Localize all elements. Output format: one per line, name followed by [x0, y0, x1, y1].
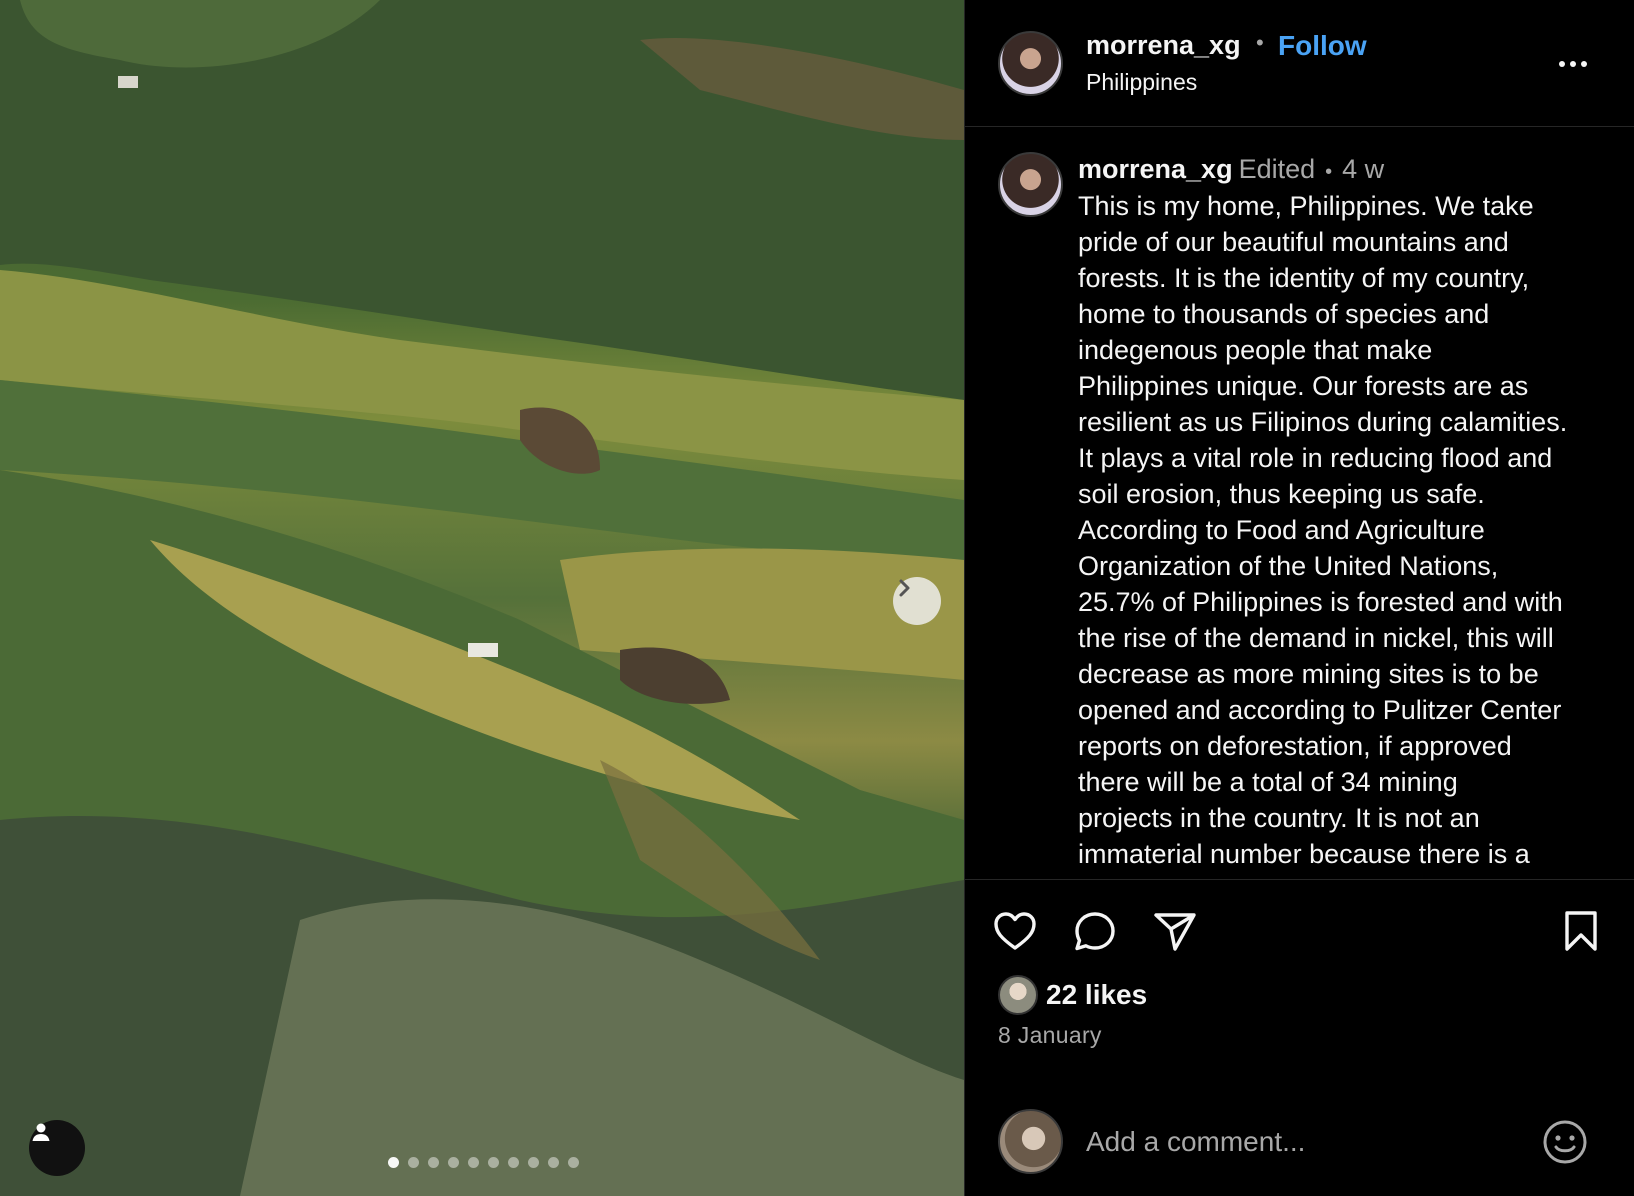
carousel-dot: [408, 1157, 419, 1168]
caption-username[interactable]: morrena_xg: [1078, 154, 1233, 184]
header-separator: •: [1256, 30, 1264, 55]
carousel-dot: [388, 1157, 399, 1168]
bookmark-icon: [1565, 911, 1597, 951]
save-button[interactable]: [1555, 905, 1607, 957]
carousel-dot: [528, 1157, 539, 1168]
like-button[interactable]: [989, 905, 1041, 957]
more-horizontal-icon: [1559, 61, 1565, 67]
carousel-indicator: [388, 1157, 579, 1168]
heart-icon: [994, 912, 1036, 950]
caption-separator: •: [1325, 161, 1333, 183]
carousel-dot: [568, 1157, 579, 1168]
person-icon: [32, 1123, 50, 1141]
likes-row: 22 likes: [998, 974, 1147, 1016]
caption-header: morrena_xg Edited • 4 w: [1078, 154, 1384, 185]
action-bar: [965, 905, 1634, 961]
post-header: morrena_xg • Follow Philippines: [965, 0, 1634, 127]
author-avatar[interactable]: [998, 31, 1063, 96]
liker-avatar[interactable]: [998, 975, 1038, 1015]
next-photo-button[interactable]: [893, 577, 941, 625]
post-age[interactable]: 4 w: [1342, 154, 1384, 184]
current-user-avatar: [998, 1109, 1063, 1174]
share-button[interactable]: [1149, 905, 1201, 957]
more-options-button[interactable]: [1559, 52, 1599, 76]
paper-plane-icon: [1154, 913, 1196, 951]
caption-author-avatar[interactable]: [998, 152, 1063, 217]
emoji-button[interactable]: [1541, 1118, 1589, 1166]
landscape-photo: [0, 0, 964, 1196]
likes-count[interactable]: 22 likes: [1046, 979, 1147, 1011]
caption-text: This is my home, Philippines. We take pr…: [1078, 191, 1568, 869]
author-username[interactable]: morrena_xg: [1086, 30, 1241, 61]
edited-label: Edited: [1238, 154, 1316, 184]
caption-section: morrena_xg Edited • 4 w This is my home, Ph…: [965, 128, 1634, 880]
comment-input[interactable]: [1086, 1117, 1506, 1167]
post-location[interactable]: Philippines: [1086, 69, 1197, 96]
comment-button[interactable]: [1069, 905, 1121, 957]
comment-composer: [965, 1090, 1634, 1196]
follow-button[interactable]: Follow: [1278, 30, 1367, 62]
comment-bubble-icon: [1075, 912, 1115, 951]
carousel-dot: [448, 1157, 459, 1168]
carousel-dot: [508, 1157, 519, 1168]
carousel-dot: [548, 1157, 559, 1168]
carousel-dot: [428, 1157, 439, 1168]
smiley-icon: [1543, 1120, 1587, 1164]
post-photo[interactable]: [0, 0, 964, 1196]
carousel-dot: [468, 1157, 479, 1168]
carousel-dot: [488, 1157, 499, 1168]
tagged-users-button[interactable]: [29, 1120, 85, 1176]
post-date[interactable]: 8 January: [998, 1022, 1102, 1049]
chevron-right-icon: [899, 579, 910, 597]
post-side-panel: morrena_xg • Follow Philippines morrena_…: [964, 0, 1634, 1196]
